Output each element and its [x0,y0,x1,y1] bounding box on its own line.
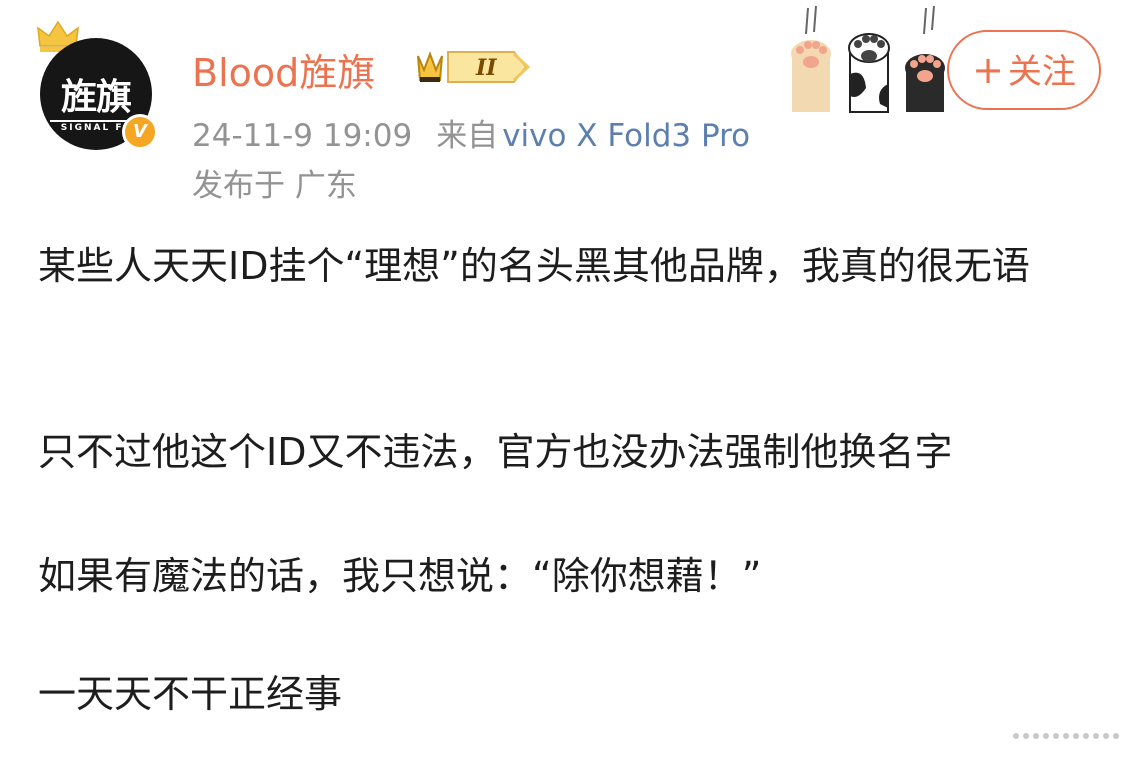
plus-icon: + [972,48,1004,92]
post-paragraph-1: 某些人天天ID挂个“理想”的名头黑其他品牌，我真的很无语 [38,244,1030,288]
post-time: 24-11-9 19:09 [192,118,413,154]
post-paragraph-2: 只不过他这个ID又不违法，官方也没办法强制他换名字 [38,430,953,474]
post-location: 发布于 广东 [192,168,357,204]
level-text: II [475,55,497,81]
follow-button[interactable]: + 关注 [947,30,1101,110]
follow-label: 关注 [1007,52,1076,92]
cat-paws-icon [791,5,945,113]
verified-v-icon: V [122,114,158,150]
device-link[interactable]: vivo X Fold3 Pro [502,118,750,154]
from-label: 来自 [436,118,499,154]
post-paragraph-4: 一天天不干正经事 [38,672,343,716]
avatar-text: 旌旗 [60,76,132,118]
username[interactable]: Blood旌旗 [192,42,375,97]
level-badge-icon: II [417,51,531,83]
post-paragraph-3: 如果有魔法的话，我只想说：“除你想藉！” [38,554,762,598]
post-meta: 24-11-9 19:09 来自 vivo X Fold3 Pro [192,110,750,155]
more-dots-icon [1013,733,1119,739]
avatar-wrap[interactable]: 旌旗 SIGNAL FL V [36,20,166,150]
